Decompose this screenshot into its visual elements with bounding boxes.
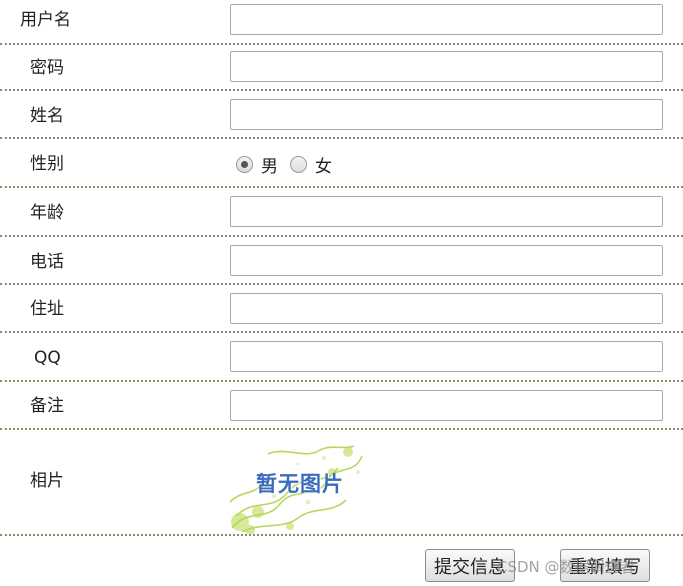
row-phone: 电话 xyxy=(0,237,683,285)
note-input[interactable] xyxy=(230,390,663,421)
qq-label: QQ xyxy=(34,348,61,368)
realname-label: 姓名 xyxy=(30,106,64,126)
address-input[interactable] xyxy=(230,293,663,324)
gender-radio-group: 男 女 xyxy=(236,152,344,177)
row-note: 备注 xyxy=(0,382,683,430)
gender-female-label[interactable]: 女 xyxy=(315,152,332,177)
row-password: 密码 xyxy=(0,45,683,91)
username-input[interactable] xyxy=(230,4,663,35)
submit-button[interactable]: 提交信息 xyxy=(425,549,515,582)
row-realname: 姓名 xyxy=(0,91,683,139)
reset-button[interactable]: 重新填写 xyxy=(560,549,650,582)
row-address: 住址 xyxy=(0,285,683,333)
age-input[interactable] xyxy=(230,196,663,227)
gender-label: 性别 xyxy=(30,154,64,174)
password-input[interactable] xyxy=(230,51,663,82)
gender-female-radio[interactable] xyxy=(290,156,307,173)
registration-form: 用户名 密码 姓名 性别 男 女 年龄 电话 住址 QQ 备注 相片 暂无图片 xyxy=(0,0,683,536)
row-age: 年龄 xyxy=(0,188,683,237)
gender-male-label[interactable]: 男 xyxy=(261,152,278,177)
username-label: 用户名 xyxy=(20,10,71,30)
gender-male-radio[interactable] xyxy=(236,156,253,173)
age-label: 年龄 xyxy=(30,203,64,223)
photo-placeholder-image: 暂无图片 xyxy=(228,442,366,535)
qq-input[interactable] xyxy=(230,341,663,372)
realname-input[interactable] xyxy=(230,99,663,130)
photo-placeholder-text: 暂无图片 xyxy=(256,472,344,496)
note-label: 备注 xyxy=(30,396,64,416)
phone-label: 电话 xyxy=(30,252,64,272)
row-gender: 性别 男 女 xyxy=(0,139,683,188)
row-username: 用户名 xyxy=(0,0,683,45)
radio-selected-dot xyxy=(241,161,248,168)
row-qq: QQ xyxy=(0,333,683,382)
address-label: 住址 xyxy=(30,299,64,319)
phone-input[interactable] xyxy=(230,245,663,276)
password-label: 密码 xyxy=(30,58,64,78)
photo-label: 相片 xyxy=(30,471,64,491)
row-photo: 相片 暂无图片 xyxy=(0,430,683,536)
